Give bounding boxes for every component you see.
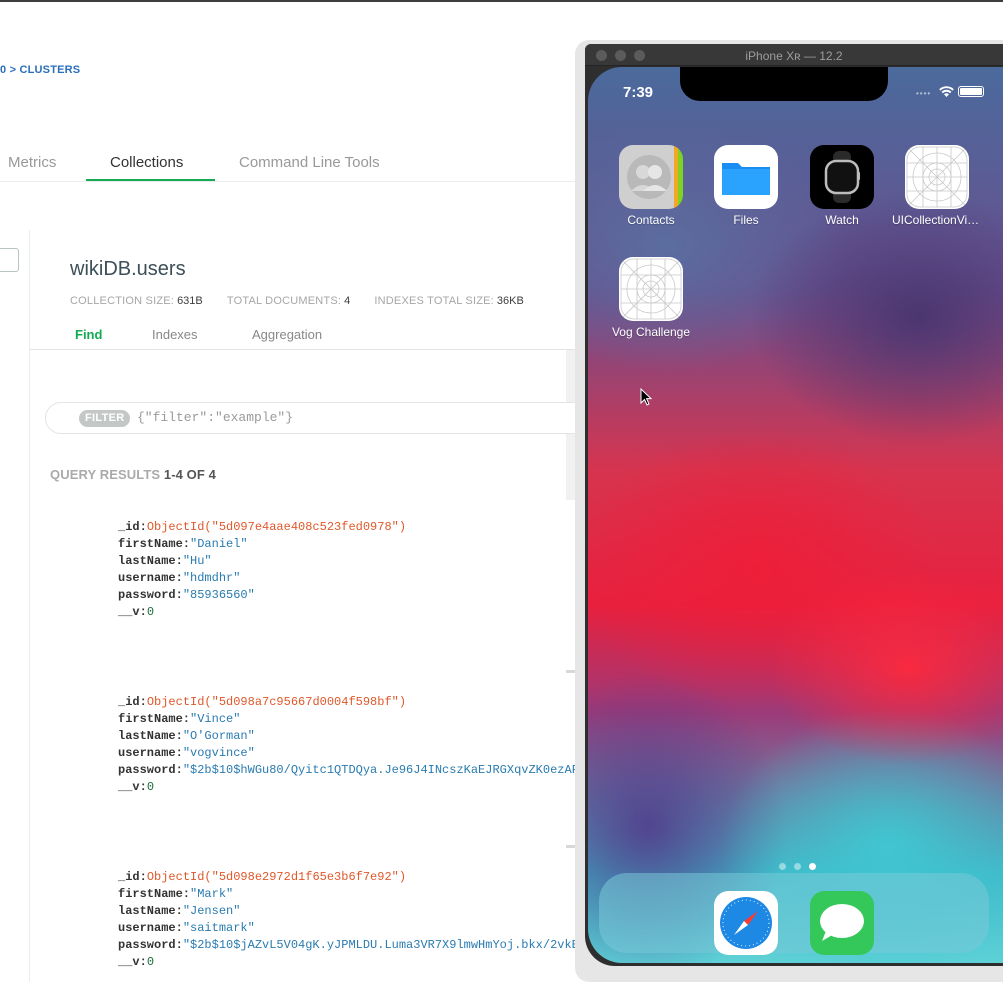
query-results-count: QUERY RESULTS 1-4 OF 4 [50, 467, 216, 482]
field-value-id: ObjectId("5d098a7c95667d0004f598bf") [146, 695, 407, 709]
app-files[interactable]: Files [701, 145, 791, 227]
device-notch [680, 67, 888, 101]
field-value-lastname: "O'Gorman" [182, 729, 255, 743]
breadcrumb[interactable]: 0 > CLUSTERS [0, 64, 80, 76]
query-results-range: 1-4 OF 4 [163, 467, 216, 482]
field-key-lastname: lastName: [118, 904, 183, 918]
field-value-firstname: "Daniel" [190, 537, 248, 551]
sidebar-divider [29, 230, 30, 982]
subtab-find[interactable]: Find [75, 327, 102, 342]
simulator-titlebar[interactable]: iPhone Xʀ — 12.2 [585, 44, 1003, 66]
field-key-firstname: firstName: [118, 887, 191, 901]
field-value-username: "hdmdhr" [182, 571, 241, 585]
app-contacts[interactable]: Contacts [606, 145, 696, 227]
field-value-firstname: "Mark" [190, 887, 234, 901]
collection-stats: COLLECTION SIZE: 631B TOTAL DOCUMENTS: 4 I… [70, 295, 524, 307]
indexes-size-label: INDEXES TOTAL SIZE: [374, 295, 494, 307]
app-watch[interactable]: Watch [797, 145, 887, 227]
field-key-username: username: [118, 746, 183, 760]
battery-icon [958, 86, 984, 97]
signal-icon: •••• [916, 89, 932, 98]
field-key-username: username: [118, 571, 183, 585]
total-documents-label: TOTAL DOCUMENTS: [226, 295, 342, 307]
field-key-password: password: [118, 763, 183, 777]
collection-size-value: 631B [177, 295, 203, 307]
messages-icon[interactable] [810, 891, 874, 955]
app-label: Vog Challenge [611, 325, 691, 339]
document-card[interactable]: _id:ObjectId("5d098a7c95667d0004f598bf")… [118, 694, 586, 796]
field-key-lastname: lastName: [118, 554, 183, 568]
app-vog-challenge[interactable]: Vog Challenge [606, 257, 696, 339]
field-value-id: ObjectId("5d098e2972d1f65e3b6f7e92") [146, 870, 407, 884]
page-dot-current[interactable] [809, 863, 816, 870]
tab-metrics[interactable]: Metrics [8, 154, 56, 171]
subtabs-divider [30, 349, 585, 350]
field-value-lastname: "Jensen" [182, 904, 241, 918]
field-key-firstname: firstName: [118, 537, 191, 551]
tabs-divider [0, 181, 585, 182]
field-key-version: __v: [118, 605, 147, 619]
subtab-aggregation[interactable]: Aggregation [252, 327, 322, 342]
files-icon [714, 145, 778, 209]
app-label: Files [733, 213, 759, 227]
field-key-id: _id: [118, 695, 147, 709]
query-results-label: QUERY RESULTS [50, 467, 161, 482]
subtab-indexes[interactable]: Indexes [152, 327, 198, 342]
contacts-icon [619, 145, 683, 209]
tab-collections[interactable]: Collections [110, 154, 183, 171]
status-time: 7:39 [623, 84, 654, 101]
field-key-lastname: lastName: [118, 729, 183, 743]
collection-size-label: COLLECTION SIZE: [70, 295, 175, 307]
simulator-title: iPhone Xʀ — 12.2 [745, 49, 843, 63]
mouse-pointer-icon [640, 388, 652, 406]
filter-badge: FILTER [79, 410, 131, 427]
document-card[interactable]: _id:ObjectId("5d098e2972d1f65e3b6f7e92")… [118, 869, 586, 971]
app-uicollectionview[interactable]: UICollectionVie... [892, 145, 982, 227]
field-value-version: 0 [146, 955, 155, 969]
window-top-border [0, 0, 1003, 2]
field-value-password: "$2b$10$jAZvL5V04gK.yJPMLDU.Luma3VR7X9lm… [182, 938, 587, 952]
collection-title: wikiDB.users [70, 258, 186, 280]
field-key-version: __v: [118, 780, 147, 794]
field-key-version: __v: [118, 955, 147, 969]
field-key-firstname: firstName: [118, 712, 191, 726]
document-card[interactable]: _id:ObjectId("5d097e4aae408c523fed0978")… [118, 519, 406, 621]
field-value-version: 0 [146, 780, 155, 794]
field-key-username: username: [118, 921, 183, 935]
filter-bar[interactable]: FILTER {"filter":"example"} [45, 402, 590, 434]
watch-icon [810, 145, 874, 209]
simulator-window[interactable]: iPhone Xʀ — 12.2 7:39 •••• Contacts File… [585, 44, 1003, 966]
tab-command-line-tools[interactable]: Command Line Tools [239, 154, 380, 171]
wifi-icon [939, 86, 954, 97]
field-value-password: "$2b$10$hWGu80/Qyitc1QTDQya.Je96J4INcszK… [182, 763, 587, 777]
app-label: UICollectionVie... [892, 213, 982, 227]
field-key-password: password: [118, 588, 183, 602]
dock [599, 873, 989, 955]
field-key-id: _id: [118, 520, 147, 534]
filter-input[interactable]: {"filter":"example"} [137, 410, 293, 425]
field-value-password: "85936560" [182, 588, 255, 602]
total-documents-value: 4 [344, 295, 351, 307]
safari-icon[interactable] [714, 891, 778, 955]
app-label: Watch [825, 213, 859, 227]
field-value-username: "vogvince" [182, 746, 255, 760]
field-value-username: "saitmark" [182, 921, 255, 935]
field-key-id: _id: [118, 870, 147, 884]
field-key-password: password: [118, 938, 183, 952]
indexes-size-value: 36KB [496, 295, 524, 307]
iphone-home-screen[interactable]: 7:39 •••• Contacts Files Watch UICollect… [588, 67, 1003, 963]
field-value-id: ObjectId("5d097e4aae408c523fed0978") [146, 520, 407, 534]
namespace-search-input[interactable] [0, 248, 19, 272]
placeholder-app-icon [905, 145, 969, 209]
field-value-firstname: "Vince" [190, 712, 241, 726]
field-value-lastname: "Hu" [182, 554, 212, 568]
page-dot[interactable] [794, 863, 801, 870]
placeholder-app-icon [619, 257, 683, 321]
app-label: Contacts [627, 213, 675, 227]
field-value-version: 0 [146, 605, 155, 619]
page-dot[interactable] [779, 863, 786, 870]
